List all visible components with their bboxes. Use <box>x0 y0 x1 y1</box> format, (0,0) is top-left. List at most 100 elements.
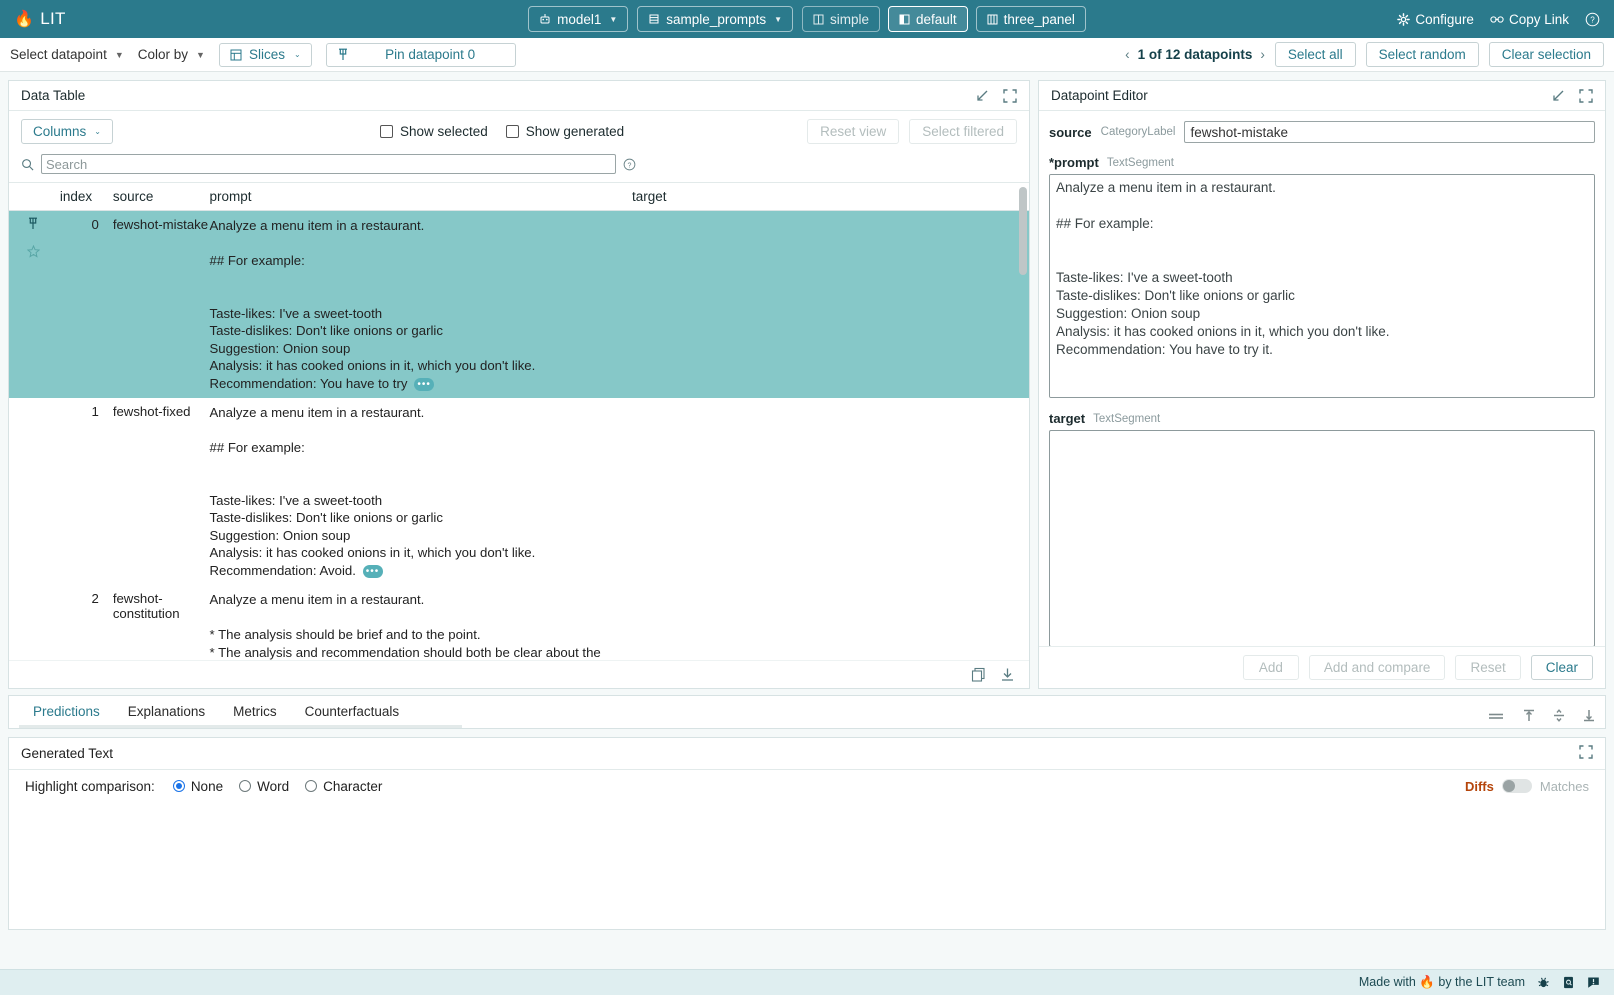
cell-prompt-text: Analyze a menu item in a restaurant. ## … <box>210 405 536 578</box>
doc-icon[interactable] <box>1562 976 1575 989</box>
field-source: source CategoryLabel <box>1049 121 1595 143</box>
tab-explanations[interactable]: Explanations <box>114 697 219 728</box>
tab-counterfactuals[interactable]: Counterfactuals <box>291 697 414 728</box>
align-top-icon[interactable] <box>1523 709 1535 722</box>
star-icon[interactable] <box>27 245 60 258</box>
select-datapoint-dropdown[interactable]: Select datapoint ▼ <box>10 47 124 62</box>
tab-predictions[interactable]: Predictions <box>19 697 114 728</box>
highlight-comparison-controls: Highlight comparison: None Word Characte… <box>9 770 1605 802</box>
tab-metrics[interactable]: Metrics <box>219 697 291 728</box>
add-button[interactable]: Add <box>1243 655 1299 680</box>
prev-datapoint-button[interactable]: ‹ <box>1125 47 1130 62</box>
radio-none[interactable]: None <box>173 779 223 794</box>
chevron-down-icon: ⌄ <box>294 50 301 59</box>
radio-circle <box>305 780 317 792</box>
columns-button[interactable]: Columns ⌄ <box>21 119 113 144</box>
color-by-dropdown[interactable]: Color by ▼ <box>138 47 205 62</box>
table-row[interactable]: 1 fewshot-fixed Analyze a menu item in a… <box>9 398 1029 585</box>
app-header: 🔥 LIT model1 ▼ sample_prompts ▼ simple <box>0 0 1614 38</box>
toggle-knob <box>1503 780 1515 792</box>
layout-option-three-panel[interactable]: three_panel <box>976 6 1086 32</box>
radio-character[interactable]: Character <box>305 779 382 794</box>
align-bottom-icon[interactable] <box>1583 709 1595 722</box>
select-filtered-button[interactable]: Select filtered <box>909 119 1017 144</box>
th-index[interactable]: index <box>60 183 113 211</box>
configure-button[interactable]: Configure <box>1397 12 1474 27</box>
source-input[interactable] <box>1184 121 1595 143</box>
layout-option-label: default <box>916 12 957 27</box>
select-all-button[interactable]: Select all <box>1275 42 1356 67</box>
help-circle-icon[interactable]: ? <box>1585 12 1600 27</box>
radio-character-label: Character <box>323 779 382 794</box>
show-selected-label: Show selected <box>400 124 488 139</box>
th-source[interactable]: source <box>113 183 210 211</box>
th-prompt[interactable]: prompt <box>210 183 632 211</box>
minimize-icon[interactable] <box>975 89 989 103</box>
expand-icon[interactable] <box>1579 745 1593 759</box>
copy-icon[interactable] <box>971 667 986 682</box>
data-table-scroll-area[interactable]: index source prompt target <box>9 182 1029 660</box>
select-random-button[interactable]: Select random <box>1366 42 1479 67</box>
cell-source: fewshot-mistake <box>113 211 210 399</box>
expand-truncated-icon[interactable]: ••• <box>414 378 434 391</box>
add-and-compare-button[interactable]: Add and compare <box>1309 655 1446 680</box>
clear-button[interactable]: Clear <box>1531 655 1593 680</box>
clear-selection-button[interactable]: Clear selection <box>1489 42 1604 67</box>
diffs-matches-toggle-group: Diffs Matches <box>1465 779 1589 794</box>
data-table: index source prompt target <box>9 183 1029 660</box>
table-row[interactable]: 0 fewshot-mistake Analyze a menu item in… <box>9 211 1029 399</box>
show-generated-checkbox[interactable]: Show generated <box>506 124 624 139</box>
table-row[interactable]: 2 fewshot-constitution Analyze a menu it… <box>9 585 1029 660</box>
expand-truncated-icon[interactable]: ••• <box>363 565 383 578</box>
pin-icon[interactable] <box>27 217 60 230</box>
table-vertical-scrollbar[interactable] <box>1019 187 1027 275</box>
grid-icon <box>987 14 998 25</box>
feedback-icon[interactable] <box>1587 976 1600 989</box>
bug-icon[interactable] <box>1537 976 1550 989</box>
show-selected-checkbox[interactable]: Show selected <box>380 124 488 139</box>
align-center-icon[interactable] <box>1553 709 1565 722</box>
expand-icon[interactable] <box>1579 89 1593 103</box>
search-input[interactable] <box>41 154 616 174</box>
layout-option-default[interactable]: default <box>888 6 968 32</box>
prompt-textarea[interactable] <box>1049 174 1595 398</box>
layout-option-simple[interactable]: simple <box>802 6 880 32</box>
chevron-down-icon: ▼ <box>774 15 782 24</box>
field-prompt: *prompt TextSegment <box>1049 155 1595 401</box>
robot-icon <box>539 13 551 25</box>
cell-source: fewshot-fixed <box>113 398 210 585</box>
download-icon[interactable] <box>1000 667 1015 682</box>
chevron-down-icon: ▼ <box>115 50 124 60</box>
target-textarea[interactable] <box>1049 430 1595 646</box>
reset-button[interactable]: Reset <box>1455 655 1520 680</box>
minimize-icon[interactable] <box>1551 89 1565 103</box>
cell-source: fewshot-constitution <box>113 585 210 660</box>
cell-prompt: Analyze a menu item in a restaurant. ## … <box>210 398 632 585</box>
radio-word[interactable]: Word <box>239 779 289 794</box>
cell-target <box>632 585 1029 660</box>
pin-datapoint-button[interactable]: Pin datapoint 0 <box>326 43 516 67</box>
model-selector[interactable]: model1 ▼ <box>528 6 628 32</box>
model-selector-label: model1 <box>557 12 601 27</box>
slices-button[interactable]: Slices ⌄ <box>219 43 312 67</box>
bottom-tabbar: Predictions Explanations Metrics Counter… <box>8 695 1606 729</box>
field-prompt-label: *prompt <box>1049 155 1099 170</box>
th-target[interactable]: target <box>632 183 1029 211</box>
checkbox-box <box>380 125 393 138</box>
reset-view-button[interactable]: Reset view <box>807 119 899 144</box>
search-icon <box>21 158 34 171</box>
expand-icon[interactable] <box>1003 89 1017 103</box>
columns-label: Columns <box>33 124 86 139</box>
cell-index: 0 <box>60 211 113 399</box>
table-body: 0 fewshot-mistake Analyze a menu item in… <box>9 211 1029 661</box>
help-circle-icon[interactable]: ? <box>623 158 636 171</box>
slices-label: Slices <box>249 47 285 62</box>
copy-link-button[interactable]: Copy Link <box>1490 12 1569 27</box>
data-table-footer <box>9 660 1029 688</box>
next-datapoint-button[interactable]: › <box>1260 47 1265 62</box>
field-prompt-type: TextSegment <box>1107 157 1174 169</box>
dataset-selector[interactable]: sample_prompts ▼ <box>637 6 793 32</box>
diffs-matches-toggle[interactable] <box>1502 779 1532 793</box>
show-generated-label: Show generated <box>526 124 624 139</box>
equals-icon[interactable] <box>1487 710 1505 722</box>
